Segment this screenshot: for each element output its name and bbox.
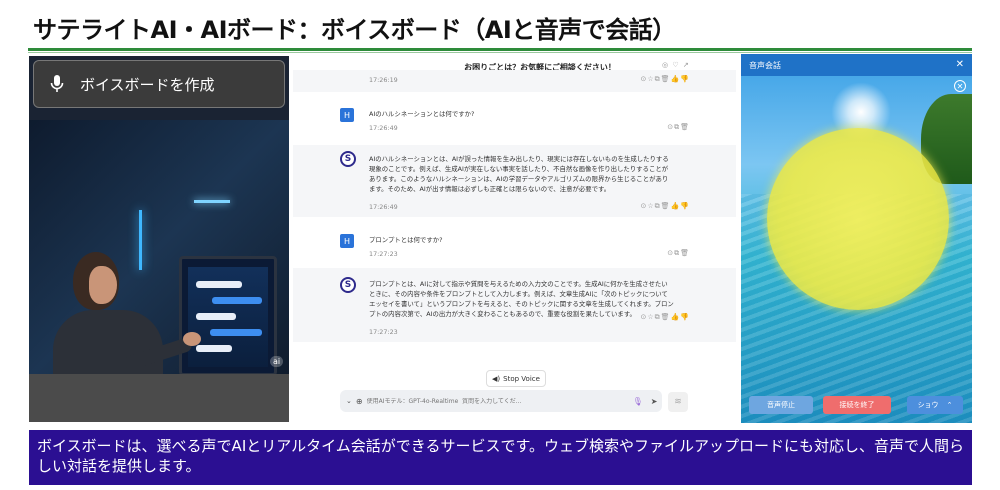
message-action-icons[interactable]: ⊙⧉🗑 bbox=[667, 123, 690, 132]
assistant-avatar: S bbox=[340, 277, 356, 293]
end-connection-button[interactable]: 接続を終了 bbox=[823, 396, 891, 414]
message-timestamp: 17:27:23 bbox=[369, 328, 398, 336]
chat-input-bar: ⌄ ⊕ 🎙 ➤ bbox=[340, 390, 662, 412]
neon-light bbox=[194, 200, 230, 203]
chat-message-user: H AIのハルシネーションとは何ですか? 17:26:49 ⊙⧉🗑 bbox=[293, 100, 736, 140]
stop-voice-button[interactable]: ◀) Stop Voice bbox=[486, 370, 546, 387]
chat-input[interactable] bbox=[366, 397, 627, 405]
voice-select-label: ショウ bbox=[917, 401, 939, 409]
user-avatar: H bbox=[340, 108, 354, 122]
header-action-icons[interactable]: ◎ ♡ ↗ bbox=[662, 61, 690, 69]
left-photo-panel: ai bbox=[29, 56, 289, 422]
message-text: AIのハルシネーションとは、AIが誤った情報を生み出したり、現実には存在しないも… bbox=[369, 155, 669, 193]
globe-icon[interactable]: ⊕ bbox=[356, 397, 363, 406]
create-voiceboard-label: ボイスボードを作成 bbox=[80, 75, 215, 94]
message-text: プロンプトとは、AIに対して指示や質問を与えるための入力文のことです。生成AIに… bbox=[369, 280, 674, 318]
chat-message-bot: S プロンプトとは、AIに対して指示や質問を与えるための入力文のことです。生成A… bbox=[293, 268, 736, 342]
title-divider-thin bbox=[28, 52, 972, 53]
title-divider bbox=[28, 48, 972, 51]
message-action-icons[interactable]: ⊙☆⧉🗑👍👎 bbox=[641, 202, 690, 211]
message-text: プロンプトとは何ですか? bbox=[369, 236, 443, 244]
voice-panel-header: 音声会話 bbox=[741, 54, 972, 76]
message-timestamp: 17:27:23 bbox=[369, 250, 398, 258]
chat-message-bot: S AIのハルシネーションとは、AIが誤った情報を生み出したり、現実には存在しな… bbox=[293, 145, 736, 217]
close-icon[interactable]: ✕ bbox=[956, 59, 964, 70]
chevron-down-icon[interactable]: ⌄ bbox=[346, 397, 352, 405]
voice-conversation-panel: 音声会話 ✕ ✕ 音声停止 接続を終了 ショウ ⌃ bbox=[741, 54, 972, 423]
voice-wave-button[interactable]: ≋ bbox=[668, 392, 688, 412]
ai-badge: ai bbox=[270, 356, 284, 367]
chat-message-bot: 17:26:19 ⊙☆⧉🗑👍👎 bbox=[293, 70, 736, 92]
stop-voice-label: Stop Voice bbox=[503, 374, 540, 383]
message-action-icons[interactable]: ⊙⧉🗑 bbox=[667, 249, 690, 258]
slide-title: サテライトAI・AIボード：ボイスボード（AIと音声で会話） bbox=[33, 16, 676, 44]
create-voiceboard-button[interactable]: ボイスボードを作成 bbox=[33, 60, 285, 108]
slide-caption: ボイスボードは、選べる声でAIとリアルタイム会話ができるサービスです。ウェブ検索… bbox=[29, 430, 972, 485]
message-text: AIのハルシネーションとは何ですか? bbox=[369, 110, 475, 118]
voice-select-button[interactable]: ショウ ⌃ bbox=[907, 396, 963, 414]
stop-audio-button[interactable]: 音声停止 bbox=[749, 396, 813, 414]
microphone-icon bbox=[50, 74, 64, 94]
message-timestamp: 17:26:19 bbox=[369, 76, 398, 84]
message-timestamp: 17:26:49 bbox=[369, 203, 398, 211]
message-action-icons[interactable]: ⊙☆⧉🗑👍👎 bbox=[641, 313, 690, 322]
photo-footer bbox=[29, 374, 289, 422]
chevron-up-icon: ⌃ bbox=[946, 401, 953, 409]
message-action-icons[interactable]: ⊙☆⧉🗑👍👎 bbox=[641, 75, 690, 84]
monitor-image bbox=[179, 256, 277, 376]
message-timestamp: 17:26:49 bbox=[369, 124, 398, 132]
assistant-avatar: S bbox=[340, 151, 356, 167]
send-icon[interactable]: ➤ bbox=[651, 397, 658, 406]
close-circle-icon[interactable]: ✕ bbox=[954, 80, 966, 92]
user-avatar: H bbox=[340, 234, 354, 248]
voice-panel-title: 音声会話 bbox=[749, 60, 781, 70]
speaker-icon: ◀) bbox=[492, 374, 501, 383]
chat-message-user: H プロンプトとは何ですか? 17:27:23 ⊙⧉🗑 bbox=[293, 226, 736, 264]
microphone-icon[interactable]: 🎙 bbox=[633, 397, 643, 406]
voice-orb bbox=[767, 128, 949, 310]
